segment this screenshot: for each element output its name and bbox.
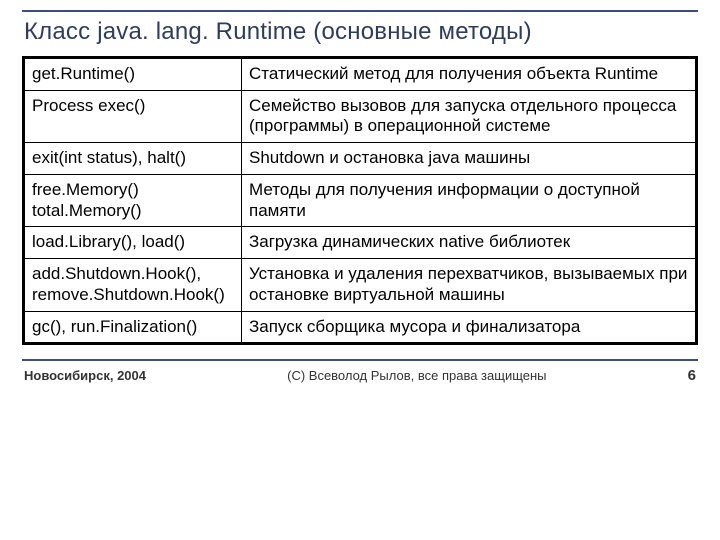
method-cell: free.Memory()total.Memory() [24,174,242,226]
desc-cell: Методы для получения информации о доступ… [242,174,697,226]
table-row: get.Runtime() Статический метод для полу… [24,58,697,91]
table-row: add.Shutdown.Hook(), remove.Shutdown.Hoo… [24,259,697,311]
method-cell: add.Shutdown.Hook(), remove.Shutdown.Hoo… [24,259,242,311]
desc-cell: Загрузка динамических native библиотек [242,227,697,259]
page-number: 6 [688,367,696,384]
table-row: exit(int status), halt() Shutdown и оста… [24,143,697,175]
method-cell: exit(int status), halt() [24,143,242,175]
footer-location: Новосибирск, 2004 [24,368,146,383]
method-cell: get.Runtime() [24,58,242,91]
title-rule [22,10,698,12]
method-cell: load.Library(), load() [24,227,242,259]
footer-copyright: (С) Всеволод Рылов, все права защищены [146,368,688,383]
footer: Новосибирск, 2004 (С) Всеволод Рылов, вс… [22,367,698,384]
desc-cell: Семейство вызовов для запуска отдельного… [242,90,697,142]
desc-cell: Shutdown и остановка java машины [242,143,697,175]
methods-table: get.Runtime() Статический метод для полу… [22,56,698,345]
table-row: Process exec() Семейство вызовов для зап… [24,90,697,142]
table-row: load.Library(), load() Загрузка динамиче… [24,227,697,259]
method-cell: gc(), run.Finalization() [24,311,242,344]
slide-title: Класс java. lang. Runtime (основные мето… [24,18,696,46]
desc-cell: Установка и удаления перехватчиков, вызы… [242,259,697,311]
table-row: free.Memory()total.Memory() Методы для п… [24,174,697,226]
footer-rule [22,359,698,361]
table-row: gc(), run.Finalization() Запуск сборщика… [24,311,697,344]
desc-cell: Запуск сборщика мусора и финализатора [242,311,697,344]
desc-cell: Статический метод для получения объекта … [242,58,697,91]
method-cell: Process exec() [24,90,242,142]
